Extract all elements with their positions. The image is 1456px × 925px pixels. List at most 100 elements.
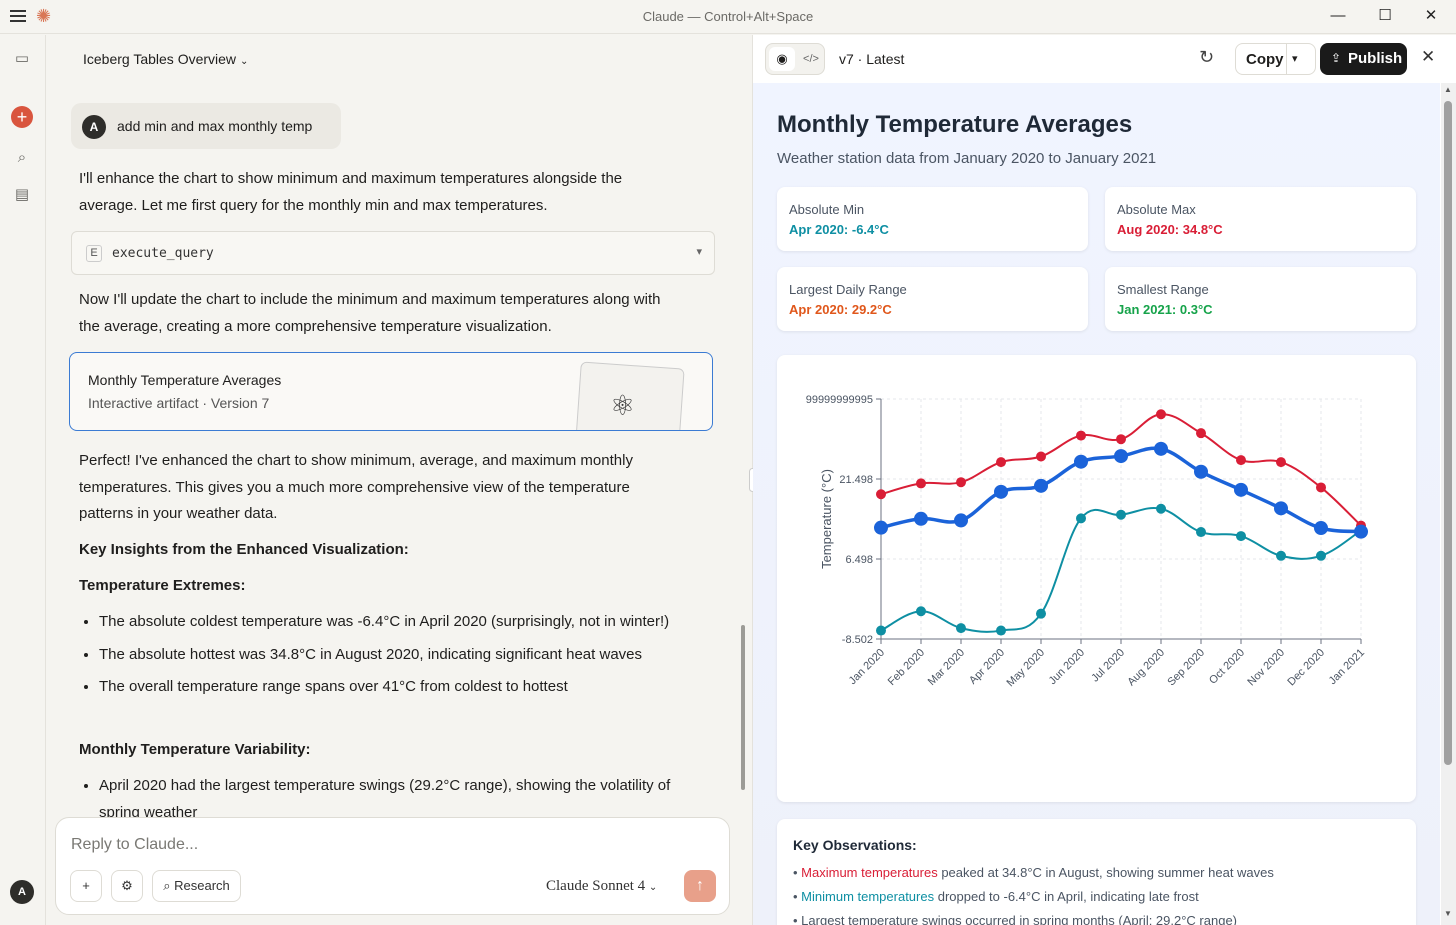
view-toggle: ◉ </> — [765, 43, 825, 75]
data-point-minimum — [1276, 550, 1286, 561]
list-item: The absolute coldest temperature was -6.… — [99, 609, 699, 636]
y-tick-label: -8.502 — [842, 634, 873, 646]
data-point-minimum — [876, 625, 886, 636]
artifact-scrollbar[interactable]: ▲ ▼ — [1441, 83, 1456, 925]
stat-card-absolute-min: Absolute Min Apr 2020: -6.4°C — [777, 187, 1088, 251]
data-point-average — [1074, 454, 1088, 469]
x-tick-label: Oct 2020 — [1207, 647, 1247, 687]
x-tick-label: Sep 2020 — [1165, 647, 1207, 689]
window-close-button[interactable]: ✕ — [1419, 6, 1443, 26]
data-point-minimum — [1036, 608, 1046, 619]
artifact-card[interactable]: Monthly Temperature Averages Interactive… — [69, 352, 713, 431]
temperature-chart: -8.502 6.498 21.498 99999999995 Temperature … — [806, 394, 1368, 689]
page-subtitle: Weather station data from January 2020 t… — [777, 150, 1157, 167]
chat-scrollbar[interactable] — [741, 625, 745, 790]
chevron-down-icon[interactable]: ▾ — [1292, 52, 1298, 65]
data-point-minimum — [1076, 513, 1086, 524]
tools-settings-button[interactable]: ⚙ — [111, 870, 143, 902]
y-tick-label: 21.498 — [839, 474, 873, 486]
x-tick-label: Jun 2020 — [1047, 647, 1087, 687]
publish-button[interactable]: ⇪ Publish — [1320, 43, 1407, 75]
sidebar-toggle-icon[interactable]: ▭ — [11, 48, 33, 70]
assistant-paragraph: Perfect! I've enhanced the chart to show… — [79, 452, 633, 522]
user-avatar: A — [82, 115, 106, 139]
observation-item: • Minimum temperatures dropped to -6.4°C… — [793, 889, 1199, 904]
data-point-maximum — [1276, 457, 1286, 468]
y-tick-label: 6.498 — [845, 554, 873, 566]
copy-button[interactable]: Copy — [1246, 51, 1284, 68]
data-point-average — [1034, 478, 1048, 493]
data-point-average — [994, 484, 1008, 499]
tool-badge: E — [86, 245, 102, 262]
x-tick-label: Apr 2020 — [967, 647, 1007, 687]
data-point-average — [1114, 449, 1128, 464]
add-attachment-button[interactable]: + — [70, 870, 102, 902]
x-tick-label: Aug 2020 — [1125, 647, 1167, 689]
send-button[interactable]: ↑ — [684, 870, 716, 902]
data-point-maximum — [876, 489, 886, 500]
stat-card-absolute-max: Absolute Max Aug 2020: 34.8°C — [1105, 187, 1416, 251]
page-title: Monthly Temperature Averages — [777, 111, 1133, 138]
data-point-average — [1314, 521, 1328, 536]
data-point-average — [1234, 482, 1248, 497]
data-point-minimum — [1236, 531, 1246, 542]
search-icon[interactable]: ⌕ — [11, 147, 33, 169]
assistant-paragraph: I'll enhance the chart to show minimum a… — [79, 170, 623, 214]
x-tick-label: Mar 2020 — [926, 647, 967, 688]
react-atom-icon: ⚛ — [610, 390, 636, 421]
chevron-down-icon: ⌄ — [239, 56, 249, 67]
preview-eye-icon[interactable]: ◉ — [769, 47, 795, 71]
conversation-title[interactable]: Iceberg Tables Overview ⌄ — [83, 51, 248, 67]
x-tick-label: Jul 2020 — [1089, 647, 1127, 685]
user-message-text: add min and max monthly temp — [117, 118, 313, 134]
new-chat-icon[interactable]: + — [11, 106, 33, 128]
data-point-minimum — [916, 606, 926, 617]
data-point-average — [914, 511, 928, 526]
section-heading: Key Insights from the Enhanced Visualiza… — [79, 541, 409, 558]
refresh-icon[interactable]: ↻ — [1199, 47, 1214, 68]
data-point-average — [874, 520, 888, 535]
close-panel-icon[interactable]: ✕ — [1421, 47, 1435, 67]
y-axis-label: Temperature (°C) — [819, 469, 834, 569]
copy-button-group: Copy ▾ — [1235, 43, 1316, 75]
tool-name: execute_query — [112, 246, 214, 261]
data-point-maximum — [956, 477, 966, 488]
data-point-maximum — [1196, 428, 1206, 439]
observation-item: • Largest temperature swings occurred in… — [793, 913, 1238, 925]
data-point-maximum — [1316, 482, 1326, 493]
section-heading: Temperature Extremes: — [79, 577, 246, 594]
chevron-down-icon: ▾ — [696, 246, 702, 258]
artifact-canvas: Monthly Temperature Averages Weather sta… — [753, 83, 1440, 925]
archive-icon[interactable]: ▤ — [11, 184, 33, 206]
section-heading: Monthly Temperature Variability: — [79, 741, 311, 758]
title-bar: ✺ Claude — Control+Alt+Space — ☐ ✕ — [0, 0, 1456, 34]
user-message: A add min and max monthly temp — [71, 103, 341, 149]
stat-card-smallest-range: Smallest Range Jan 2021: 0.3°C — [1105, 267, 1416, 331]
data-point-maximum — [1156, 409, 1166, 420]
observations-card: Key Observations: • Maximum temperatures… — [777, 819, 1416, 925]
reply-input[interactable]: Reply to Claude... — [71, 836, 198, 854]
data-point-minimum — [996, 625, 1006, 636]
tool-call-execute-query[interactable]: E execute_query ▾ — [71, 231, 715, 275]
avatar[interactable]: A — [10, 880, 34, 904]
data-point-maximum — [916, 478, 926, 489]
data-point-average — [1354, 524, 1368, 539]
bullet-list: The absolute coldest temperature was -6.… — [99, 609, 699, 707]
y-tick-label: 99999999995 — [806, 394, 873, 406]
minimize-button[interactable]: — — [1326, 6, 1350, 26]
x-tick-label: Jan 2020 — [847, 647, 887, 687]
maximize-button[interactable]: ☐ — [1373, 6, 1397, 26]
share-icon: ⇪ — [1331, 51, 1342, 65]
window-title: Claude — Control+Alt+Space — [642, 9, 814, 24]
data-point-average — [1274, 501, 1288, 516]
code-view-icon[interactable]: </> — [799, 47, 823, 71]
model-selector[interactable]: Claude Sonnet 4 ⌄ — [546, 878, 657, 895]
left-rail: ▭ + ⌕ ▤ A — [0, 35, 46, 925]
version-selector[interactable]: v7 · Latest — [839, 51, 904, 67]
research-button[interactable]: ⌕ Research — [152, 870, 241, 902]
artifact-panel: ◉ </> v7 · Latest ↻ Copy ▾ ⇪ Publish ✕ M… — [753, 35, 1456, 925]
composer: Reply to Claude... + ⚙ ⌕ Research Claude… — [55, 817, 730, 915]
x-tick-label: Feb 2020 — [886, 647, 927, 688]
chat-column: Iceberg Tables Overview ⌄ A add min and … — [47, 35, 752, 925]
search-icon: ⌕ — [163, 878, 171, 893]
